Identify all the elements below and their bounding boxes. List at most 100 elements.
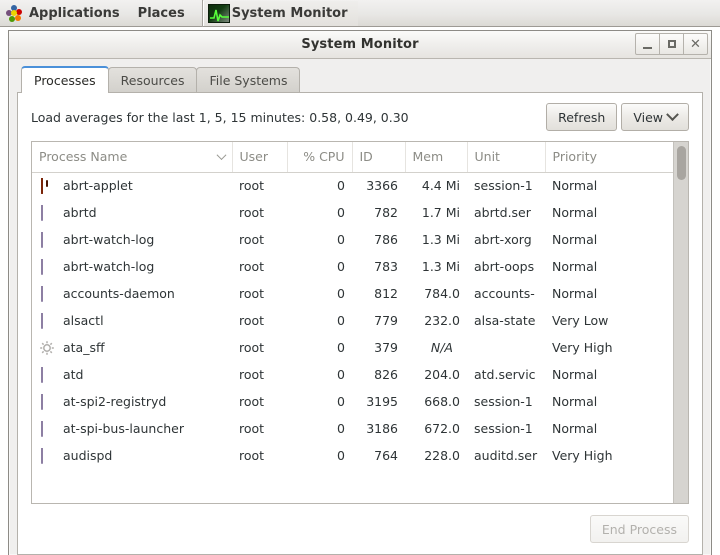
process-table-scrollbar[interactable] [673, 142, 688, 503]
taskbar-item-system-monitor[interactable]: System Monitor [202, 0, 358, 26]
table-row[interactable]: audispd root 0 764 228.0 auditd.ser Very High [32, 442, 673, 469]
close-button[interactable]: ✕ [683, 33, 708, 55]
cell-cpu: 0 [337, 286, 345, 301]
cell-unit: auditd.ser [474, 448, 538, 463]
column-header-unit-label: Unit [474, 149, 500, 165]
process-name-label: at-spi2-registryd [63, 394, 167, 409]
process-table: Process Name User % CPU ID Mem Unit Prio… [32, 142, 673, 469]
window-list: System Monitor [201, 0, 358, 27]
table-row[interactable]: accounts-daemon root 0 812 784.0 accounts- Nor… [32, 280, 673, 307]
table-row[interactable]: ata_sff root 0 379 N/A Very High [32, 334, 673, 361]
scrollbar-thumb[interactable] [677, 146, 686, 180]
table-row[interactable]: atd root 0 826 204.0 atd.servic Normal [32, 361, 673, 388]
window-titlebar[interactable]: System Monitor ✕ [9, 31, 711, 59]
column-header-process-name-label: Process Name [39, 149, 128, 165]
applications-menu[interactable]: Applications [0, 0, 129, 27]
cell-priority: Normal [552, 286, 598, 301]
binary-diamond-icon [39, 285, 55, 302]
fedora-pinwheel-icon [6, 4, 23, 22]
tab-resources[interactable]: Resources [107, 67, 198, 92]
cell-mem: 784.0 [424, 286, 460, 301]
cell-process-name: at-spi-bus-launcher [32, 415, 232, 442]
cell-unit: session-1 [474, 394, 533, 409]
column-header-mem[interactable]: Mem [405, 142, 468, 173]
cell-user: root [239, 286, 265, 301]
tab-processes-label: Processes [34, 73, 96, 88]
binary-diamond-icon [39, 420, 55, 437]
cell-process-name: atd [32, 361, 232, 388]
cell-process-name: ata_sff [32, 334, 232, 361]
cell-process-name: alsactl [32, 307, 232, 334]
system-monitor-window: System Monitor ✕ Processes Resources Fil… [8, 30, 712, 555]
tab-resources-label: Resources [120, 72, 185, 88]
cell-mem: 668.0 [424, 394, 460, 409]
table-row[interactable]: abrt-watch-log root 0 783 1.3 Mi abrt-oops Nor… [32, 253, 673, 280]
refresh-button[interactable]: Refresh [546, 103, 618, 131]
cell-user: root [239, 367, 265, 382]
cell-mem: 204.0 [424, 367, 460, 382]
maximize-button[interactable] [659, 33, 684, 55]
close-icon: ✕ [690, 36, 701, 52]
binary-diamond-icon [39, 204, 55, 221]
cell-mem: 1.3 Mi [421, 259, 460, 274]
column-header-cpu-label: % CPU [303, 149, 345, 165]
cell-id: 782 [374, 205, 398, 220]
cell-priority: Normal [552, 421, 598, 436]
table-row[interactable]: at-spi2-registryd root 0 3195 668.0 session-1… [32, 388, 673, 415]
cell-priority: Normal [552, 232, 598, 247]
tab-file-systems[interactable]: File Systems [196, 67, 301, 92]
process-name-label: alsactl [63, 313, 104, 328]
tab-processes[interactable]: Processes [21, 66, 109, 93]
cell-unit: atd.servic [474, 367, 536, 382]
places-menu[interactable]: Places [129, 0, 194, 27]
cell-mem: 672.0 [424, 421, 460, 436]
cell-process-name: abrt-watch-log [32, 226, 232, 253]
cell-user: root [239, 340, 265, 355]
cell-priority: Normal [552, 205, 598, 220]
cell-priority: Normal [552, 367, 598, 382]
kernel-gear-icon [39, 340, 55, 356]
table-row[interactable]: alsactl root 0 779 232.0 alsa-state Very Low [32, 307, 673, 334]
cell-cpu: 0 [337, 340, 345, 355]
column-header-id[interactable]: ID [352, 142, 406, 173]
cell-cpu: 0 [337, 205, 345, 220]
cell-priority: Normal [552, 259, 598, 274]
minimize-button[interactable] [635, 33, 660, 55]
cell-priority: Normal [552, 178, 598, 194]
tab-bar: Processes Resources File Systems [17, 64, 703, 93]
cell-id: 3195 [366, 394, 398, 409]
table-row[interactable]: abrtd root 0 782 1.7 Mi abrtd.ser Normal [32, 199, 673, 226]
processes-action-bar: End Process [18, 504, 702, 554]
column-header-priority[interactable]: Priority [545, 142, 673, 173]
cell-unit: accounts- [474, 286, 535, 301]
view-menu-button[interactable]: View [621, 103, 689, 131]
cell-cpu: 0 [337, 421, 345, 436]
end-process-button[interactable]: End Process [589, 515, 689, 543]
cell-unit: alsa-state [474, 313, 536, 328]
process-name-label: abrt-watch-log [63, 232, 155, 247]
column-header-process-name[interactable]: Process Name [32, 142, 233, 173]
cell-id: 764 [374, 448, 398, 463]
table-row[interactable]: abrt-applet root 0 3366 4.4 Mi session-1 Norma… [32, 172, 673, 199]
column-header-cpu[interactable]: % CPU [287, 142, 353, 173]
cell-cpu: 0 [337, 259, 345, 274]
column-header-unit[interactable]: Unit [467, 142, 546, 173]
cell-priority: Normal [552, 394, 598, 409]
window-title: System Monitor [301, 37, 419, 52]
process-name-label: accounts-daemon [63, 286, 175, 301]
cell-user: root [239, 178, 265, 194]
process-table-header: Process Name User % CPU ID Mem Unit Prio… [32, 142, 673, 173]
table-row[interactable]: at-spi-bus-launcher root 0 3186 672.0 session… [32, 415, 673, 442]
binary-diamond-icon [39, 258, 55, 275]
process-table-body: abrt-applet root 0 3366 4.4 Mi session-1 Norma… [32, 172, 673, 469]
table-row[interactable]: abrt-watch-log root 0 786 1.3 Mi abrt-xorg Nor… [32, 226, 673, 253]
tab-file-systems-label: File Systems [209, 72, 288, 88]
cell-priority: Very High [552, 448, 613, 463]
cell-cpu: 0 [337, 448, 345, 463]
binary-diamond-icon [39, 231, 55, 248]
column-header-user[interactable]: User [232, 142, 288, 173]
cell-id: 783 [374, 259, 398, 274]
cell-unit: abrt-oops [474, 259, 535, 274]
processes-toolbar: Load averages for the last 1, 5, 15 minu… [18, 93, 702, 141]
column-header-mem-label: Mem [412, 149, 444, 165]
